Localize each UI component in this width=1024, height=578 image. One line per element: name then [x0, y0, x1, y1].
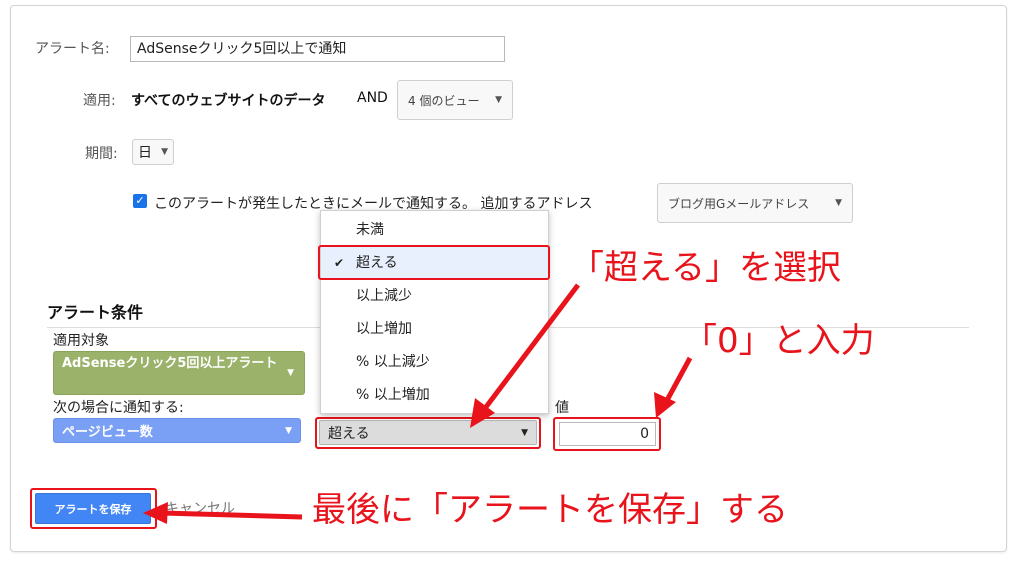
arrow-to-save	[161, 510, 303, 520]
annotation-save: 最後に「アラートを保存」する	[312, 490, 788, 530]
annotation-select: 「超える」を選択	[570, 248, 841, 288]
arrow-head-value	[654, 392, 676, 418]
arrow-to-condition	[481, 283, 580, 413]
arrow-head-save	[143, 502, 168, 524]
annotation-input: 「0」と入力	[683, 321, 875, 361]
arrow-to-value	[662, 356, 693, 406]
